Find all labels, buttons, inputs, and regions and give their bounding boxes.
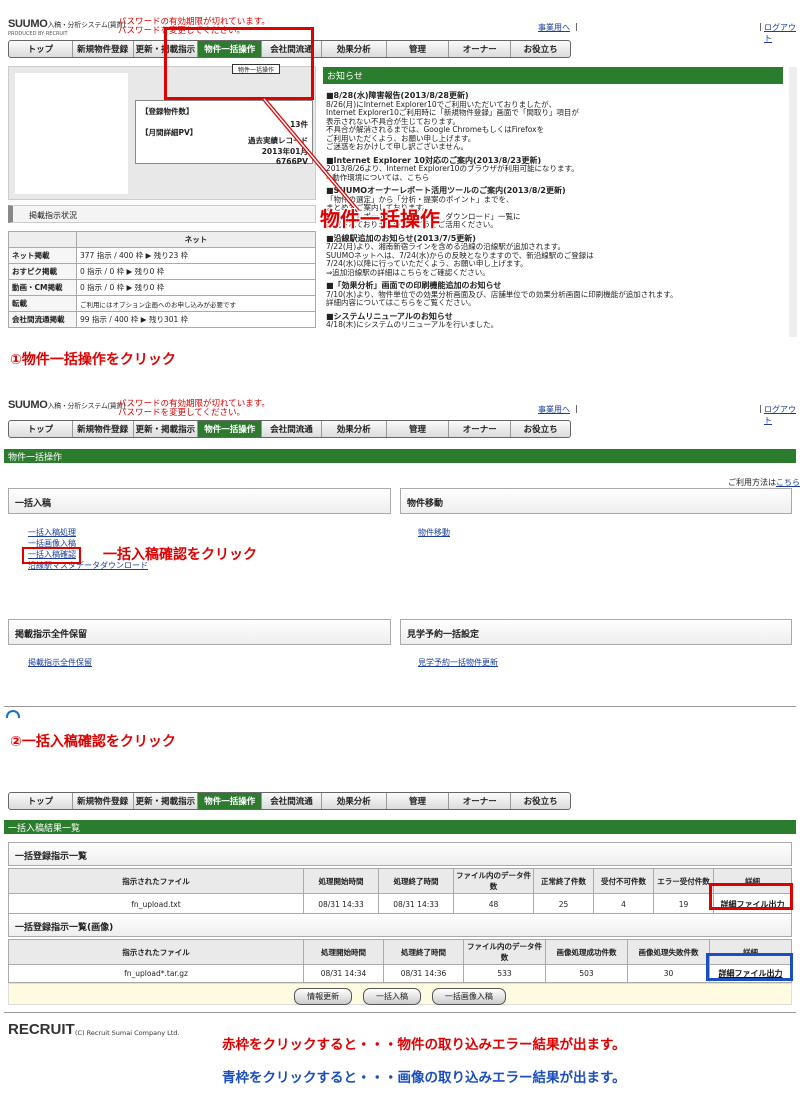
arrow — [262, 97, 360, 213]
nav-new[interactable]: 新規物件登録 — [73, 41, 134, 57]
table-row: 動画・CM掲載 0 指示 / 0 枠 ▶ 残り0 枠 — [8, 279, 316, 296]
nav-share[interactable]: 会社間流通 — [262, 793, 322, 809]
pw-warning-2: パスワードの有効期限が切れています。 パスワードを変更してください。 — [118, 399, 270, 418]
nav-admin[interactable]: 管理 — [387, 793, 450, 809]
nav-owner[interactable]: オーナー — [449, 421, 512, 437]
footer-copy: (C) Recruit Sumai Company Ltd. — [75, 1029, 180, 1037]
nav-analysis[interactable]: 効果分析 — [322, 41, 387, 57]
logout-link[interactable]: ログアウト — [764, 22, 800, 44]
nav-share[interactable]: 会社間流通 — [262, 421, 322, 437]
suumo-logo-2: SUUMO入稿・分析システム(賃貸) — [8, 399, 126, 411]
office-link[interactable]: 事業用へ — [538, 22, 570, 33]
divider — [4, 706, 796, 707]
box-bulk-upload: 一括入稿 — [8, 488, 391, 514]
nav-bulk[interactable]: 物件一括操作 — [198, 793, 263, 809]
nav-admin[interactable]: 管理 — [387, 421, 450, 437]
link-visit[interactable]: 見学予約一括物件更新 — [418, 657, 498, 668]
recruit-small: PRODUCED BY RECRUIT — [8, 31, 68, 37]
note-red: 赤枠をクリックすると・・・物件の取り込みエラー結果が出ます。 — [222, 1037, 626, 1053]
office-link-2[interactable]: 事業用へ — [538, 404, 570, 415]
table2-title: 一括登録指示一覧(画像) — [8, 913, 792, 937]
footer-logo: RECRUIT — [8, 1021, 75, 1038]
news-title: お知らせ — [323, 67, 783, 84]
help-text: ご利用方法はこちら — [728, 478, 800, 487]
nav-top[interactable]: トップ — [9, 41, 73, 57]
nav-useful[interactable]: お役立ち — [511, 41, 570, 57]
bulk-upload-button[interactable]: 一括入稿 — [363, 988, 421, 1005]
nav-top[interactable]: トップ — [9, 793, 73, 809]
highlight-blue — [706, 953, 793, 981]
logout-link-2[interactable]: ログアウト — [764, 404, 800, 426]
nav-new[interactable]: 新規物件登録 — [73, 793, 134, 809]
link-move[interactable]: 物件移動 — [418, 527, 450, 538]
main-nav-2: トップ 新規物件登録 更新・掲載指示 物件一括操作 会社間流通 効果分析 管理 … — [8, 420, 571, 438]
highlight-red — [709, 883, 793, 910]
link-hold[interactable]: 掲載指示全件保留 — [28, 657, 92, 668]
table-row: ネット掲載 377 指示 / 400 枠 ▶ 残り23 枠 — [8, 247, 316, 264]
nav-analysis[interactable]: 効果分析 — [322, 793, 387, 809]
page-title-2: 物件一括操作 — [4, 449, 796, 463]
nav-bulk[interactable]: 物件一括操作 — [198, 421, 263, 437]
table1-title: 一括登録指示一覧 — [8, 842, 792, 866]
highlight-box — [164, 27, 314, 100]
scrollbar[interactable] — [789, 67, 797, 337]
box-move: 物件移動 — [400, 488, 792, 514]
footer-divider — [4, 1012, 796, 1013]
nav-admin[interactable]: 管理 — [387, 41, 450, 57]
status-table: ネット ネット掲載 377 指示 / 400 枠 ▶ 残り23 枠 おすピク掲載 0… — [8, 231, 316, 328]
table-row: 転載 ご利用にはオプション企画へのお申し込みが必要です — [8, 295, 316, 312]
news-line: ご迷惑をおかけして申し訳ございません。 — [326, 142, 469, 151]
news-line: 4/18(木)にシステムのリニューアルを行いました。 — [326, 320, 499, 329]
nav-useful[interactable]: お役立ち — [511, 793, 570, 809]
news-line: 詳細内容についてはこちらをご覧ください。 — [326, 298, 476, 307]
table-row: 会社間流通掲載 99 指示 / 400 枠 ▶ 残り301 枠 — [8, 311, 316, 328]
help-link[interactable]: こちら — [776, 478, 800, 487]
box-hold: 掲載指示全件保留 — [8, 619, 391, 645]
news-line: ⇒動作環境については、こちら — [326, 172, 430, 182]
table2: 指示されたファイル 処理開始時間 処理終了時間 ファイル内のデータ件数 画像処理成功件数… — [8, 939, 792, 983]
nav-analysis[interactable]: 効果分析 — [322, 421, 387, 437]
photo-placeholder — [15, 73, 128, 194]
suumo-logo: SUUMO入稿・分析システム(賃貸) — [8, 18, 126, 30]
nav-update[interactable]: 更新・掲載指示 — [134, 421, 199, 437]
table-row: おすピク掲載 0 指示 / 0 枠 ▶ 残り0 枠 — [8, 263, 316, 280]
highlight-confirm — [22, 547, 81, 564]
link-bulk-process[interactable]: 一括入稿処理 — [28, 527, 148, 538]
table-row: fn_upload*.tar.gz 08/31 14:34 08/31 14:36 5… — [8, 964, 792, 983]
nav-top[interactable]: トップ — [9, 421, 73, 437]
table1: 指示されたファイル 処理開始時間 処理終了時間 ファイル内のデータ件数 正常終了件数 受付… — [8, 868, 792, 916]
nav-owner[interactable]: オーナー — [449, 793, 512, 809]
step1-caption: ①物件一括操作をクリック — [10, 352, 176, 368]
box-visit: 見学予約一括設定 — [400, 619, 792, 645]
bulk-image-button[interactable]: 一括画像入稿 — [431, 988, 506, 1005]
nav-owner[interactable]: オーナー — [449, 41, 512, 57]
recruit-mark-icon — [6, 710, 20, 718]
step2-caption: ②一括入稿確認をクリック — [10, 734, 176, 750]
annot-confirm: 一括入稿確認をクリック — [103, 547, 257, 563]
page-title-3: 一括入稿結果一覧 — [4, 820, 796, 834]
news-line: ⇒追加沿線駅の詳細はこちらをご確認ください。 — [326, 267, 490, 277]
refresh-button[interactable]: 情報更新 — [294, 988, 353, 1005]
button-bar: 情報更新 一括入稿 一括画像入稿 — [8, 983, 792, 1005]
nav-new[interactable]: 新規物件登録 — [73, 421, 134, 437]
nav-update[interactable]: 更新・掲載指示 — [134, 793, 199, 809]
note-blue: 青枠をクリックすると・・・画像の取り込みエラー結果が出ます。 — [222, 1070, 626, 1086]
main-nav-3: トップ 新規物件登録 更新・掲載指示 物件一括操作 会社間流通 効果分析 管理 … — [8, 792, 571, 810]
big-label: 物件一括操作 — [320, 207, 440, 231]
nav-useful[interactable]: お役立ち — [511, 421, 570, 437]
